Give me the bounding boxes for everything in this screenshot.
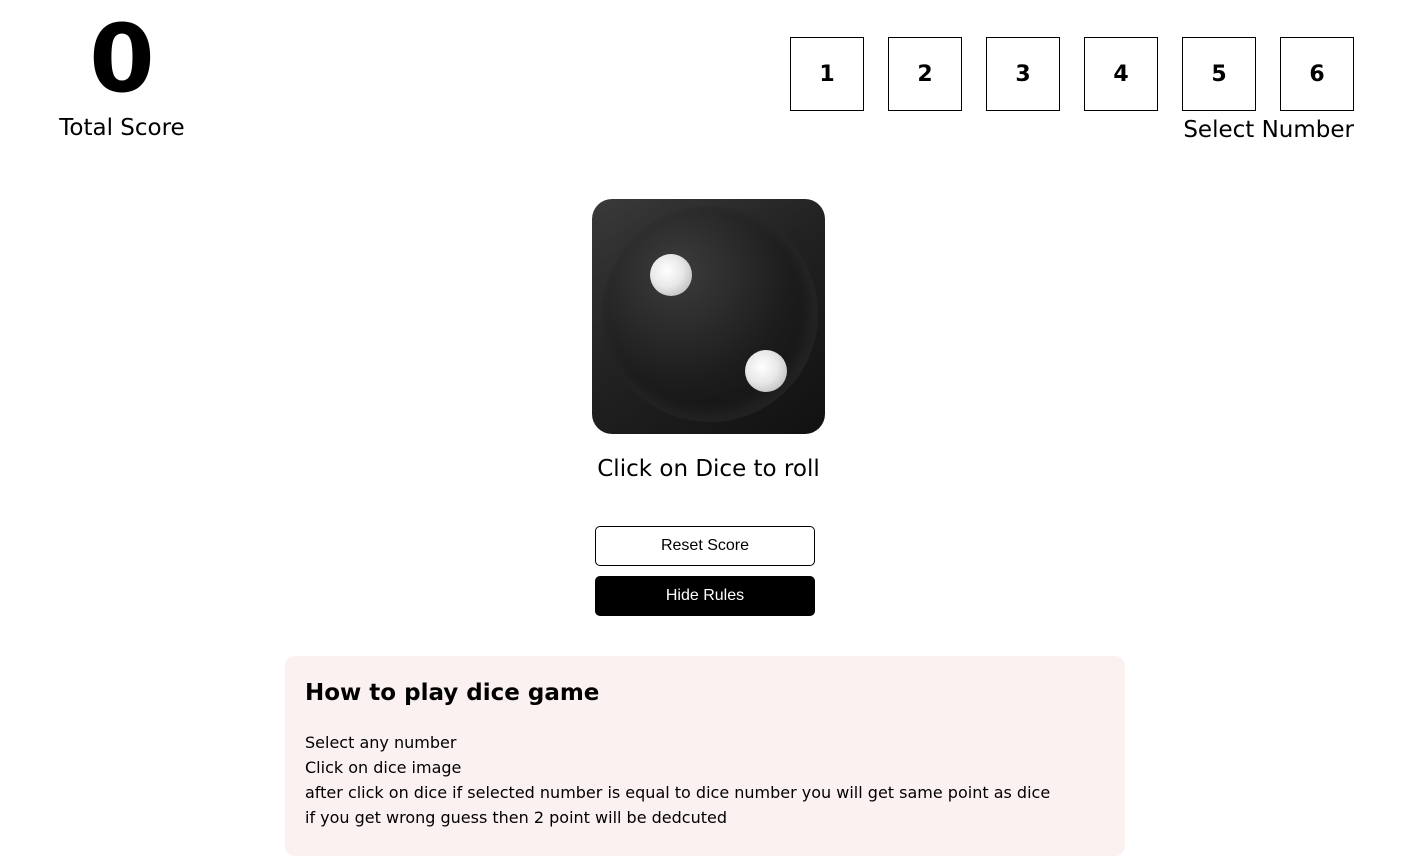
roll-hint: Click on Dice to roll [597,456,820,482]
hide-rules-button[interactable]: Hide Rules [595,576,815,616]
number-box-1[interactable]: 1 [790,37,864,111]
rules-line: Select any number [305,733,457,752]
rules-line: if you get wrong guess then 2 point will… [305,808,727,827]
number-selector: 1 2 3 4 5 6 Select Number [790,37,1354,145]
number-box-6[interactable]: 6 [1280,37,1354,111]
rules-line: after click on dice if selected number i… [305,783,1051,802]
select-number-label: Select Number [1183,117,1354,143]
rules-list: Select any number Click on dice image af… [305,730,1105,830]
number-box-3[interactable]: 3 [986,37,1060,111]
dice-face [602,206,818,422]
rules-panel: How to play dice game Select any number … [285,656,1125,856]
number-box-4[interactable]: 4 [1084,37,1158,111]
number-box-row: 1 2 3 4 5 6 [790,37,1354,111]
score-panel: 0 Total Score [55,6,189,143]
dice-image[interactable] [592,199,825,434]
number-box-2[interactable]: 2 [888,37,962,111]
reset-score-button[interactable]: Reset Score [595,526,815,566]
rules-line: Click on dice image [305,758,462,777]
total-score-label: Total Score [59,115,185,141]
dice-pip [745,350,787,392]
button-stack: Reset Score Hide Rules [595,526,815,616]
rules-title: How to play dice game [305,680,600,706]
top-bar: 0 Total Score 1 2 3 4 5 6 Select Number [0,0,1417,160]
number-box-5[interactable]: 5 [1182,37,1256,111]
total-score-value: 0 [89,5,155,114]
dice-pip [650,254,692,296]
dice-area: Click on Dice to roll [0,199,1417,484]
